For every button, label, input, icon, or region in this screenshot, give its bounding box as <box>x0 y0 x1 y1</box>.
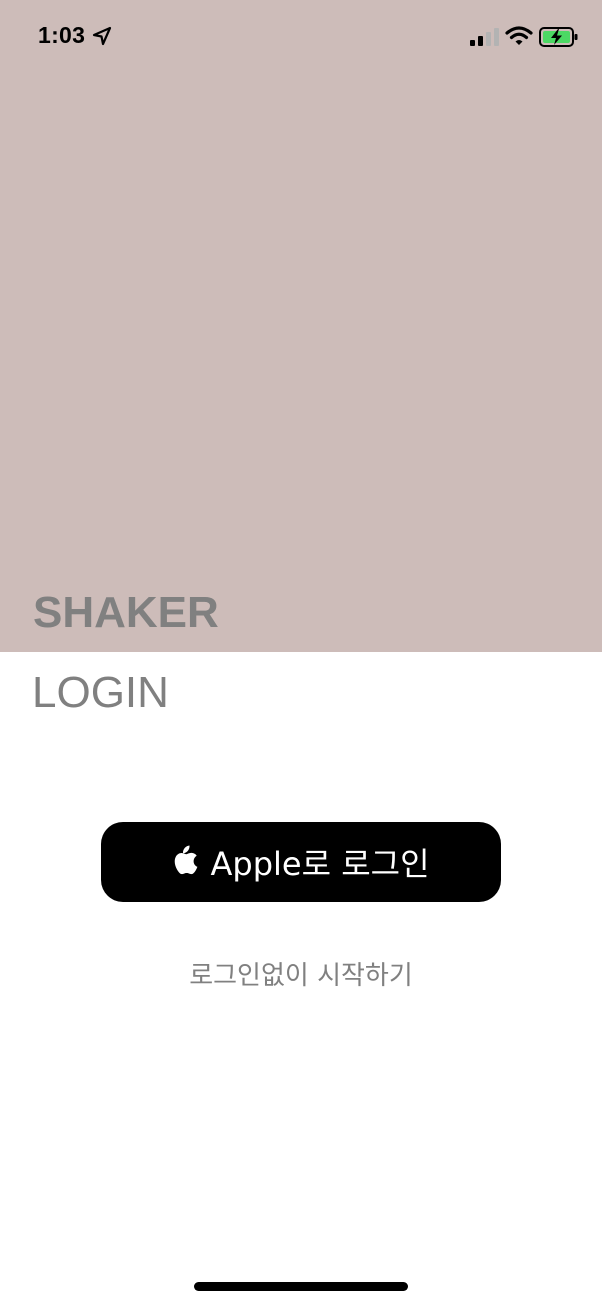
cellular-signal-icon <box>470 28 499 46</box>
brand-title: SHAKER <box>33 588 219 637</box>
status-bar: 1:03 <box>0 0 602 74</box>
status-time: 1:03 <box>38 22 86 48</box>
hero-banner <box>0 0 602 652</box>
battery-charging-icon <box>539 27 578 47</box>
apple-login-button[interactable]: Apple로 로그인 <box>101 822 501 902</box>
start-without-login-link[interactable]: 로그인없이 시작하기 <box>0 955 602 992</box>
location-arrow-icon <box>92 26 112 46</box>
home-indicator[interactable] <box>194 1282 408 1291</box>
apple-logo-icon <box>175 845 198 875</box>
wifi-icon <box>505 26 533 45</box>
apple-login-label: Apple로 로그인 <box>210 845 430 883</box>
login-heading: LOGIN <box>32 668 169 717</box>
